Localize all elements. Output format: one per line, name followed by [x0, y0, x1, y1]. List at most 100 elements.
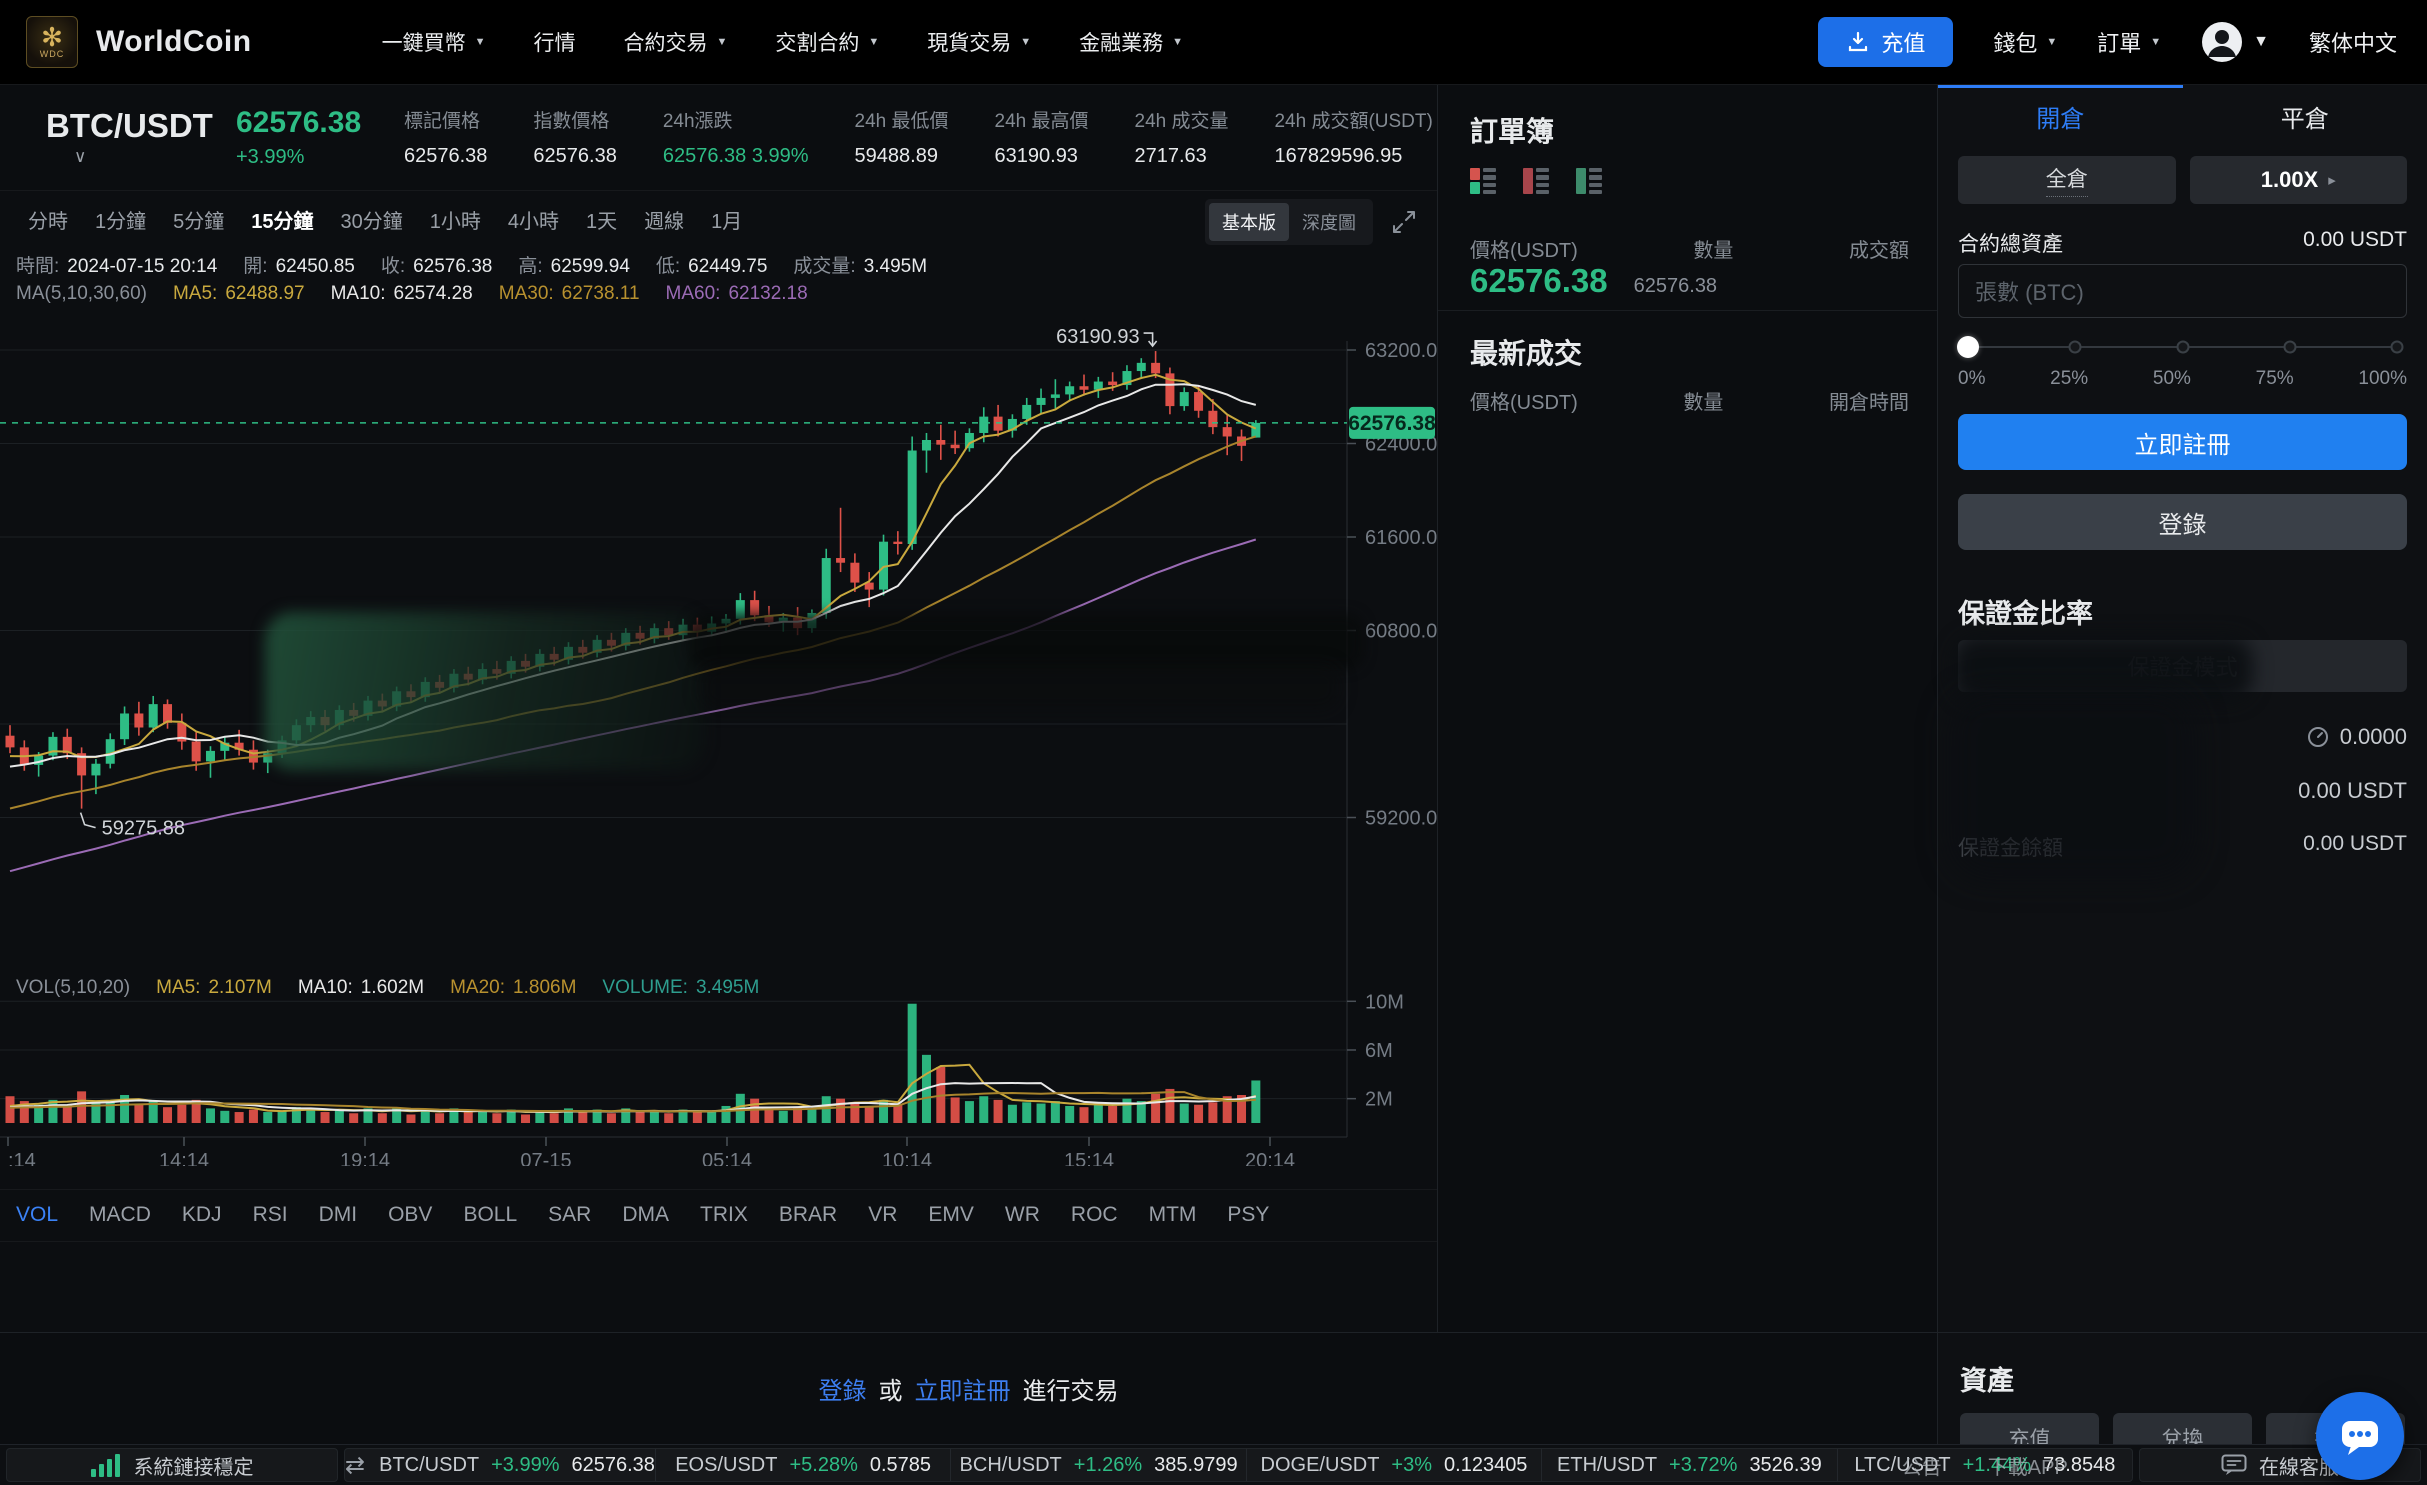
ticker-EOS/USDT[interactable]: EOS/USDT+5.28%0.5785 [655, 1449, 950, 1481]
timeframe-5分鐘[interactable]: 5分鐘 [173, 205, 224, 234]
timeframe-30分鐘[interactable]: 30分鐘 [341, 205, 403, 234]
ticker-ETH/USDT[interactable]: ETH/USDT+3.72%3526.39 [1541, 1449, 1836, 1481]
nav-menu-行情[interactable]: 行情 [533, 27, 575, 57]
candlestick-chart[interactable]: 63200.0062400.0061600.0060800.0059200.00… [0, 311, 1437, 1166]
timeframe-1月[interactable]: 1月 [711, 205, 742, 234]
timeframe-1小時[interactable]: 1小時 [430, 205, 481, 234]
live-chat-button[interactable] [2316, 1392, 2404, 1480]
indicator-VOL[interactable]: VOL [16, 1203, 58, 1227]
indicator-TRIX[interactable]: TRIX [700, 1203, 748, 1227]
fullscreen-icon[interactable] [1391, 209, 1417, 240]
orders-menu[interactable]: 訂單▼ [2097, 26, 2161, 58]
slider-dot[interactable] [2176, 341, 2189, 354]
tab-close-position[interactable]: 平倉 [2183, 90, 2427, 142]
ticker-BCH/USDT[interactable]: BCH/USDT+1.26%385.9799 [950, 1449, 1245, 1481]
stat-value: 62576.38 [404, 145, 487, 168]
view-basic-button[interactable]: 基本版 [1209, 203, 1289, 241]
indicator-BRAR[interactable]: BRAR [779, 1203, 837, 1227]
ticker-price: 73.8548 [2043, 1454, 2115, 1477]
timeframe-1天[interactable]: 1天 [586, 205, 617, 234]
slider-dot[interactable] [2069, 341, 2082, 354]
language-selector[interactable]: 繁体中文 [2309, 26, 2397, 58]
timeframe-4小時[interactable]: 4小時 [508, 205, 559, 234]
ticker-DOGE/USDT[interactable]: DOGE/USDT+3%0.123405 [1246, 1449, 1541, 1481]
slider-handle[interactable] [1957, 336, 1979, 358]
amount-placeholder: 張數 (BTC) [1975, 275, 2084, 307]
margin-mode-bar[interactable]: 保證金模式 [1958, 640, 2407, 692]
stat-指數價格: 指數價格62576.38 [533, 106, 616, 168]
account-menu[interactable]: ▼ [2201, 21, 2269, 63]
indicator-EMV[interactable]: EMV [928, 1203, 974, 1227]
info-item: MA60:62132.18 [666, 283, 808, 305]
timeframe-15分鐘[interactable]: 15分鐘 [251, 205, 313, 234]
stat-value: 167829596.95 [1274, 145, 1432, 168]
asset-convert-button[interactable]: 兌換 [2113, 1413, 2252, 1444]
assets-value: 0.00 USDT [2303, 228, 2407, 258]
amount-slider[interactable] [1968, 346, 2397, 348]
timeframe-1分鐘[interactable]: 1分鐘 [95, 205, 146, 234]
amount-input[interactable]: 張數 (BTC) [1958, 264, 2407, 318]
deposit-button[interactable]: 充值 [1818, 17, 1953, 67]
orderbook-view-asks-icon[interactable] [1523, 168, 1549, 194]
signal-bars-icon [91, 1453, 120, 1477]
margin-mode-button[interactable]: 全倉 [1958, 156, 2176, 204]
nav-menu-現貨交易[interactable]: 現貨交易▼ [927, 27, 1031, 57]
wallet-menu[interactable]: 錢包▼ [1993, 26, 2057, 58]
indicator-WR[interactable]: WR [1005, 1203, 1040, 1227]
timeframe-週線[interactable]: 週線 [644, 205, 684, 234]
timeframe-分時[interactable]: 分時 [28, 205, 68, 234]
info-label: MA10: [331, 283, 386, 304]
stat-value: 62576.38 3.99% [663, 145, 809, 168]
info-item: 開:62450.85 [243, 251, 355, 278]
indicator-MTM[interactable]: MTM [1149, 1203, 1197, 1227]
brand-logo[interactable]: ✻ WDC [26, 16, 78, 68]
orderbook-view-bids-icon[interactable] [1576, 168, 1602, 194]
indicator-MACD[interactable]: MACD [89, 1203, 151, 1227]
svg-text:07-15: 07-15 [520, 1150, 571, 1166]
indicator-BOLL[interactable]: BOLL [463, 1203, 517, 1227]
indicator-DMI[interactable]: DMI [319, 1203, 358, 1227]
info-label: VOLUME: [602, 977, 688, 998]
footer-login-link[interactable]: 登錄 [819, 1371, 867, 1406]
register-button[interactable]: 立即註冊 [1958, 414, 2407, 470]
orderbook-header: 價格(USDT) 數量 成交額 [1470, 234, 1909, 263]
indicator-RSI[interactable]: RSI [253, 1203, 288, 1227]
svg-text:15:14: 15:14 [1064, 1150, 1114, 1166]
nav-menu-合約交易[interactable]: 合約交易▼ [623, 27, 727, 57]
orderbook-title: 訂單簿 [1470, 110, 1554, 150]
indicator-PSY[interactable]: PSY [1227, 1203, 1269, 1227]
nav-menu-交割合約[interactable]: 交割合約▼ [775, 27, 879, 57]
pair-selector[interactable]: BTC/USDT ∨ [46, 107, 236, 167]
change-percent: +3.99% [236, 146, 404, 169]
stat-label: 24h 最低價 [855, 106, 949, 133]
divider [1438, 310, 1937, 311]
indicator-VR[interactable]: VR [868, 1203, 897, 1227]
indicator-SAR[interactable]: SAR [548, 1203, 591, 1227]
indicator-KDJ[interactable]: KDJ [182, 1203, 222, 1227]
view-depth-button[interactable]: 深度圖 [1289, 203, 1369, 241]
indicator-ROC[interactable]: ROC [1071, 1203, 1118, 1227]
last-price: 62576.38 [236, 106, 404, 140]
ticker-change: +3.99% [491, 1454, 559, 1477]
indicator-DMA[interactable]: DMA [622, 1203, 669, 1227]
leverage-button[interactable]: 1.00X▸ [2190, 156, 2408, 204]
indicator-OBV[interactable]: OBV [388, 1203, 432, 1227]
tab-open-position[interactable]: 開倉 [1938, 90, 2183, 142]
slider-dot[interactable] [2391, 341, 2404, 354]
info-label: MA5: [156, 977, 200, 998]
avatar-icon [2201, 21, 2243, 63]
footer-register-link[interactable]: 立即註冊 [915, 1371, 1011, 1406]
nav-menu-金融業務[interactable]: 金融業務▼ [1079, 27, 1183, 57]
info-item: MA5:2.107M [156, 977, 272, 999]
login-button[interactable]: 登錄 [1958, 494, 2407, 550]
info-label: 收: [381, 256, 405, 277]
status-bar: 系統鏈接穩定 ⇄BTC/USDT+3.99%62576.38EOS/USDT+5… [0, 1444, 2427, 1485]
slider-dot[interactable] [2283, 341, 2296, 354]
ticker-BTC/USDT[interactable]: ⇄BTC/USDT+3.99%62576.38 [345, 1449, 655, 1481]
orderbook-view-both-icon[interactable] [1470, 168, 1496, 194]
nav-menu-一鍵買幣[interactable]: 一鍵買幣▼ [382, 27, 486, 57]
ticker-LTC/USDT[interactable]: LTC/USDT+1.44%73.8548公告下載APP [1837, 1449, 2132, 1481]
stat-標記價格: 標記價格62576.38 [404, 106, 487, 168]
asset-deposit-button[interactable]: 充值 [1960, 1413, 2099, 1444]
nav-menu-label: 行情 [533, 27, 575, 57]
